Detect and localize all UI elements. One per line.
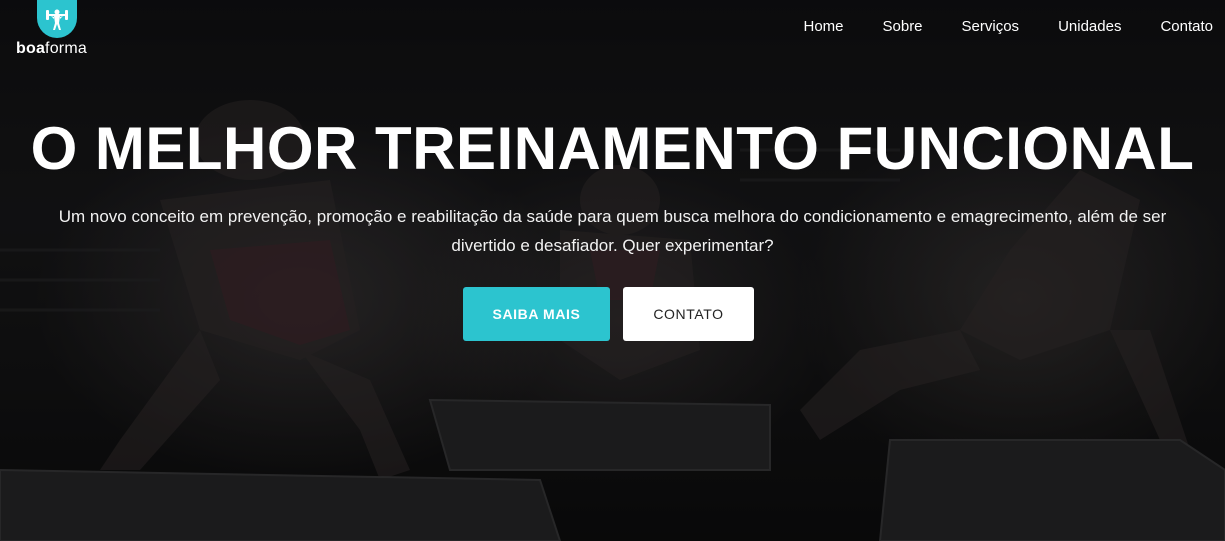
nav-item-sobre[interactable]: Sobre xyxy=(883,17,923,37)
main-navigation: Home Sobre Serviços Unidades Contato xyxy=(764,17,1213,37)
hero-headline: O MELHOR TREINAMENTO FUNCIONAL xyxy=(30,115,1195,182)
hero-section: boaforma Home Sobre Serviços Unidades Co… xyxy=(0,0,1225,541)
nav-item-unidades[interactable]: Unidades xyxy=(1058,17,1121,37)
saiba-mais-button[interactable]: SAIBA MAIS xyxy=(463,287,610,341)
brand-name-light: forma xyxy=(45,40,87,57)
dumbbell-person-icon xyxy=(37,0,77,38)
contato-button[interactable]: CONTATO xyxy=(623,287,754,341)
nav-item-home[interactable]: Home xyxy=(803,17,843,37)
brand-name-bold: boa xyxy=(16,40,46,57)
brand-name: boaforma xyxy=(16,40,87,58)
brand-logo[interactable]: boaforma xyxy=(16,0,106,60)
hero-overlay xyxy=(0,0,1225,541)
hero-subtitle: Um novo conceito em prevenção, promoção … xyxy=(58,207,1167,255)
nav-item-servicos[interactable]: Serviços xyxy=(962,17,1020,37)
nav-item-contato[interactable]: Contato xyxy=(1160,17,1213,37)
